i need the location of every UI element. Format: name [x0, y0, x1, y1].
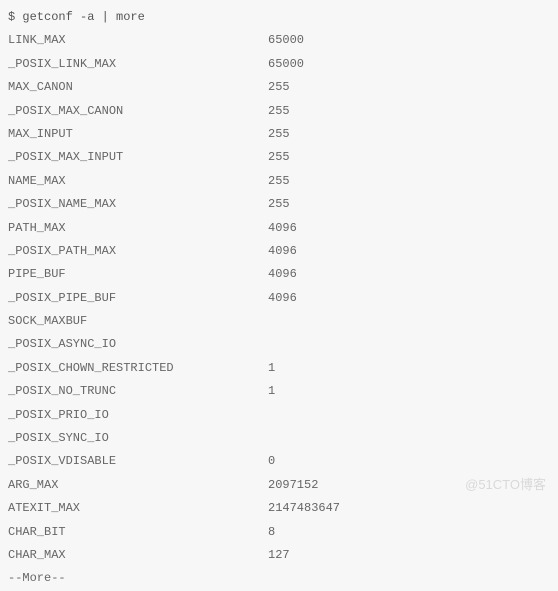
conf-value: 0 — [268, 450, 275, 473]
conf-value: 4096 — [268, 287, 297, 310]
output-row: _POSIX_CHOWN_RESTRICTED1 — [8, 357, 550, 380]
conf-value: 255 — [268, 193, 290, 216]
conf-value: 8 — [268, 521, 275, 544]
more-prompt[interactable]: --More-- — [8, 567, 550, 590]
conf-name: PIPE_BUF — [8, 263, 268, 286]
output-row: PATH_MAX4096 — [8, 217, 550, 240]
output-row: _POSIX_PIPE_BUF4096 — [8, 287, 550, 310]
conf-value: 4096 — [268, 217, 297, 240]
conf-name: LINK_MAX — [8, 29, 268, 52]
output-row: _POSIX_MAX_CANON255 — [8, 100, 550, 123]
conf-name: CHAR_MAX — [8, 544, 268, 567]
output-row: _POSIX_ASYNC_IO — [8, 333, 550, 356]
output-row: CHAR_BIT8 — [8, 521, 550, 544]
conf-value: 255 — [268, 76, 290, 99]
conf-name: _POSIX_ASYNC_IO — [8, 333, 268, 356]
output-row: SOCK_MAXBUF — [8, 310, 550, 333]
output-row: LINK_MAX65000 — [8, 29, 550, 52]
conf-name: ARG_MAX — [8, 474, 268, 497]
output-row: CHAR_MAX127 — [8, 544, 550, 567]
output-row: _POSIX_NAME_MAX255 — [8, 193, 550, 216]
conf-value: 4096 — [268, 263, 297, 286]
conf-value: 1 — [268, 380, 275, 403]
command-line: $ getconf -a | more — [8, 6, 550, 29]
conf-name: _POSIX_PRIO_IO — [8, 404, 268, 427]
conf-name: _POSIX_MAX_CANON — [8, 100, 268, 123]
conf-name: NAME_MAX — [8, 170, 268, 193]
output-row: PIPE_BUF4096 — [8, 263, 550, 286]
conf-value: 255 — [268, 170, 290, 193]
output-row: _POSIX_NO_TRUNC1 — [8, 380, 550, 403]
conf-value: 255 — [268, 146, 290, 169]
output-row: MAX_CANON255 — [8, 76, 550, 99]
conf-name: PATH_MAX — [8, 217, 268, 240]
conf-name: SOCK_MAXBUF — [8, 310, 268, 333]
conf-name: _POSIX_PATH_MAX — [8, 240, 268, 263]
conf-value: 255 — [268, 123, 290, 146]
conf-value: 65000 — [268, 29, 304, 52]
output-row: _POSIX_VDISABLE0 — [8, 450, 550, 473]
conf-name: _POSIX_SYNC_IO — [8, 427, 268, 450]
conf-name: _POSIX_VDISABLE — [8, 450, 268, 473]
conf-value: 4096 — [268, 240, 297, 263]
conf-name: _POSIX_CHOWN_RESTRICTED — [8, 357, 268, 380]
conf-name: _POSIX_LINK_MAX — [8, 53, 268, 76]
output-row: ATEXIT_MAX2147483647 — [8, 497, 550, 520]
conf-value: 2147483647 — [268, 497, 340, 520]
output-row: _POSIX_SYNC_IO — [8, 427, 550, 450]
conf-value: 1 — [268, 357, 275, 380]
conf-value: 255 — [268, 100, 290, 123]
output-row: _POSIX_MAX_INPUT255 — [8, 146, 550, 169]
conf-value: 127 — [268, 544, 290, 567]
conf-name: MAX_CANON — [8, 76, 268, 99]
output-row: _POSIX_PATH_MAX4096 — [8, 240, 550, 263]
watermark: @51CTO博客 — [465, 472, 546, 497]
output-row: _POSIX_LINK_MAX65000 — [8, 53, 550, 76]
conf-value: 65000 — [268, 53, 304, 76]
conf-name: MAX_INPUT — [8, 123, 268, 146]
conf-name: ATEXIT_MAX — [8, 497, 268, 520]
conf-name: _POSIX_NO_TRUNC — [8, 380, 268, 403]
conf-name: _POSIX_NAME_MAX — [8, 193, 268, 216]
conf-name: _POSIX_MAX_INPUT — [8, 146, 268, 169]
output-row: _POSIX_PRIO_IO — [8, 404, 550, 427]
output-row: MAX_INPUT255 — [8, 123, 550, 146]
conf-name: CHAR_BIT — [8, 521, 268, 544]
conf-value: 2097152 — [268, 474, 318, 497]
conf-name: _POSIX_PIPE_BUF — [8, 287, 268, 310]
output-row: NAME_MAX255 — [8, 170, 550, 193]
